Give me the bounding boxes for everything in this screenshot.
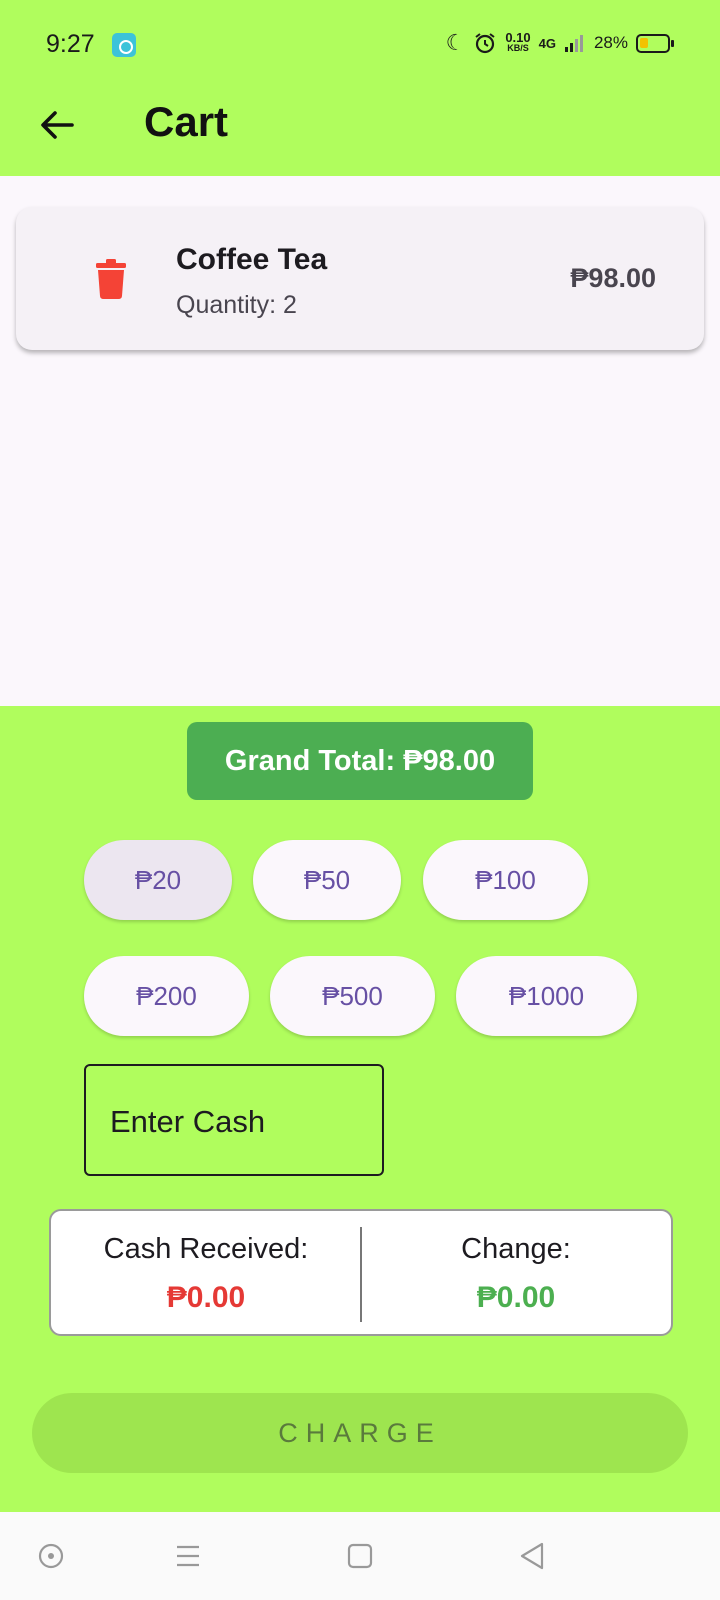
status-bar: 9:27 ☾ 0.10 KB/S 4G 28% bbox=[0, 0, 720, 88]
item-price: ₱98.00 bbox=[570, 263, 656, 293]
net-speed-unit: KB/S bbox=[507, 43, 529, 53]
cash-chip-200[interactable]: ₱200 bbox=[84, 956, 249, 1036]
accessibility-icon[interactable] bbox=[33, 1538, 69, 1574]
cash-chip-1000[interactable]: ₱1000 bbox=[456, 956, 637, 1036]
home-icon[interactable] bbox=[342, 1538, 378, 1574]
cash-chip-500[interactable]: ₱500 bbox=[270, 956, 435, 1036]
page-title: Cart bbox=[144, 98, 229, 145]
cash-input[interactable]: Enter Cash bbox=[84, 1064, 384, 1176]
charge-button[interactable]: CHARGE bbox=[32, 1393, 688, 1473]
net-speed: 0.10 KB/S bbox=[505, 30, 531, 54]
item-quantity: Quantity: 2 bbox=[176, 291, 297, 319]
signal-icon bbox=[564, 35, 583, 52]
cash-input-placeholder: Enter Cash bbox=[110, 1104, 266, 1139]
change-section: Change: ₱0.00 bbox=[361, 1211, 671, 1334]
cash-received-label: Cash Received: bbox=[103, 1233, 309, 1265]
payment-summary: Cash Received: ₱0.00 Change: ₱0.00 bbox=[49, 1209, 673, 1336]
app-notification-icon bbox=[112, 33, 136, 57]
change-value: ₱0.00 bbox=[476, 1281, 556, 1314]
trash-icon[interactable] bbox=[96, 259, 126, 299]
network-type: 4G bbox=[538, 35, 556, 51]
item-name: Coffee Tea bbox=[176, 243, 328, 276]
grand-total-badge: Grand Total: ₱98.00 bbox=[187, 722, 533, 800]
moon-icon: ☾ bbox=[445, 30, 466, 55]
system-nav-bar bbox=[0, 1512, 720, 1600]
menu-icon[interactable] bbox=[170, 1538, 206, 1574]
status-time: 9:27 bbox=[46, 30, 95, 58]
cash-received-value: ₱0.00 bbox=[166, 1281, 246, 1314]
status-indicators: ☾ 0.10 KB/S 4G 28% bbox=[445, 30, 674, 56]
cash-chip-100[interactable]: ₱100 bbox=[423, 840, 588, 920]
net-speed-value: 0.10 bbox=[505, 30, 531, 45]
app-bar: Cart bbox=[0, 88, 720, 176]
cash-chip-50[interactable]: ₱50 bbox=[253, 840, 401, 920]
cash-received-section: Cash Received: ₱0.00 bbox=[51, 1211, 361, 1334]
battery-icon bbox=[636, 33, 674, 53]
arrow-left-icon[interactable] bbox=[34, 102, 80, 148]
cash-chip-20[interactable]: ₱20 bbox=[84, 840, 232, 920]
change-label: Change: bbox=[461, 1233, 571, 1265]
battery-percent: 28% bbox=[593, 33, 628, 52]
alarm-icon bbox=[475, 33, 495, 54]
cart-item[interactable]: Coffee Tea Quantity: 2 ₱98.00 bbox=[16, 207, 704, 350]
cart-list: Coffee Tea Quantity: 2 ₱98.00 bbox=[0, 176, 720, 706]
back-triangle-icon[interactable] bbox=[514, 1538, 550, 1574]
